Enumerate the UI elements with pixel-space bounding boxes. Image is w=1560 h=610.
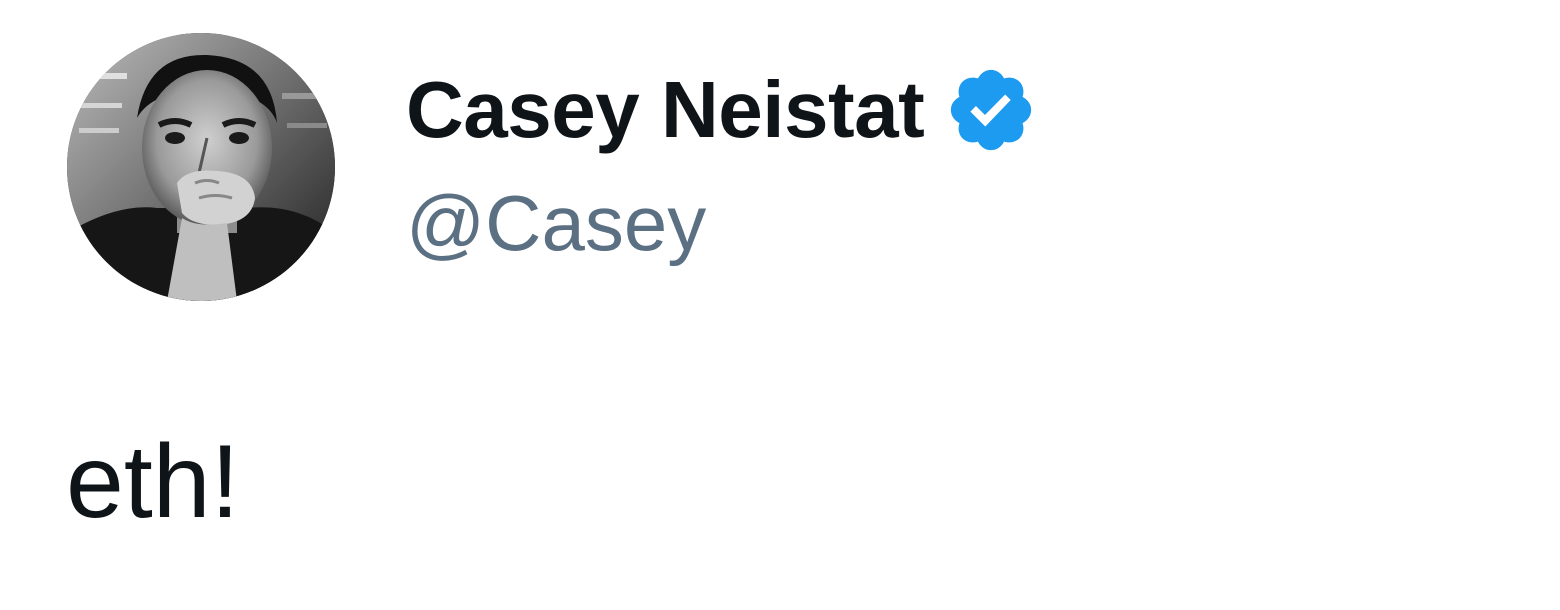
verified-badge-icon: [951, 69, 1032, 151]
avatar-photo-icon: [67, 33, 335, 301]
tweet-card: Casey Neistat @Casey eth!: [0, 0, 1560, 610]
author-display-name[interactable]: Casey Neistat: [406, 62, 925, 158]
tweet-text: eth!: [66, 424, 240, 540]
author-name-row: Casey Neistat: [406, 62, 1038, 158]
avatar[interactable]: [67, 33, 335, 301]
author-handle[interactable]: @Casey: [406, 175, 706, 271]
